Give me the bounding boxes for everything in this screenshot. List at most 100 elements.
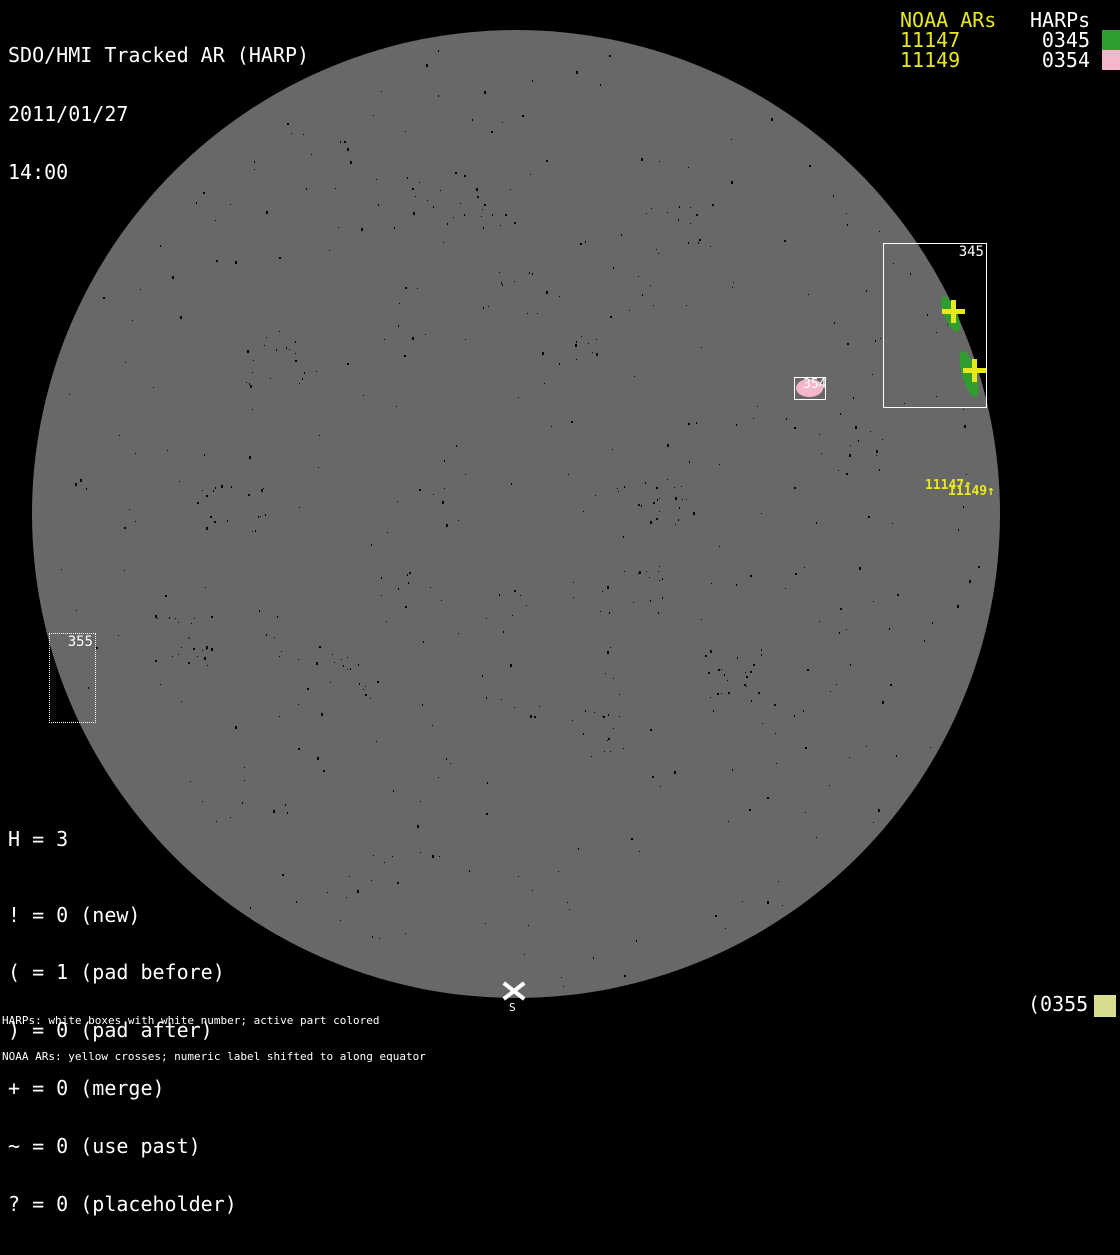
magnetogram-speckle bbox=[397, 501, 398, 502]
flag-line-use-past: ~ = 0 (use past) bbox=[8, 1134, 201, 1159]
magnetogram-speckle bbox=[455, 172, 457, 174]
magnetogram-speckle bbox=[502, 122, 503, 123]
magnetogram-speckle bbox=[558, 871, 559, 872]
magnetogram-speckle bbox=[607, 740, 608, 741]
magnetogram-speckle bbox=[889, 628, 890, 630]
magnetogram-speckle bbox=[957, 605, 959, 608]
magnetogram-speckle bbox=[678, 519, 679, 521]
harp-box-355-placeholder: 355 bbox=[49, 633, 96, 723]
magnetogram-speckle bbox=[771, 118, 773, 121]
magnetogram-speckle bbox=[679, 206, 680, 208]
magnetogram-speckle bbox=[444, 460, 445, 462]
magnetogram-speckle bbox=[179, 481, 180, 482]
magnetogram-speckle bbox=[619, 694, 620, 695]
magnetogram-speckle bbox=[583, 511, 584, 512]
magnetogram-speckle bbox=[227, 520, 228, 522]
flag-line-pad-before: ( = 1 (pad before) bbox=[8, 960, 225, 985]
magnetogram-speckle bbox=[514, 707, 515, 708]
magnetogram-speckle bbox=[576, 71, 578, 74]
magnetogram-speckle bbox=[427, 200, 428, 201]
magnetogram-speckle bbox=[658, 612, 659, 614]
magnetogram-speckle bbox=[304, 372, 305, 374]
magnetogram-speckle bbox=[724, 674, 725, 676]
magnetogram-speckle bbox=[299, 383, 300, 384]
magnetogram-speckle bbox=[767, 797, 769, 799]
magnetogram-speckle bbox=[285, 804, 286, 806]
magnetogram-speckle bbox=[211, 616, 213, 618]
magnetogram-speckle bbox=[610, 751, 611, 752]
magnetogram-speckle bbox=[656, 518, 658, 520]
magnetogram-speckle bbox=[415, 196, 416, 197]
magnetogram-speckle bbox=[785, 588, 786, 589]
magnetogram-speckle bbox=[266, 634, 267, 636]
magnetogram-speckle bbox=[608, 714, 609, 716]
magnetogram-speckle bbox=[417, 825, 419, 828]
magnetogram-speckle bbox=[805, 812, 806, 813]
footnote-harps: HARPs: white boxes with white number; ac… bbox=[2, 1014, 380, 1027]
table-row: 11149 0354 bbox=[900, 50, 1120, 70]
noaa-ar-11149-cross-icon bbox=[963, 359, 986, 382]
magnetogram-speckle bbox=[255, 531, 256, 532]
magnetogram-speckle bbox=[749, 809, 751, 811]
magnetogram-speckle bbox=[359, 683, 360, 685]
magnetogram-speckle bbox=[221, 485, 223, 488]
magnetogram-speckle bbox=[539, 706, 540, 707]
magnetogram-speckle bbox=[140, 289, 141, 290]
magnetogram-speckle bbox=[472, 119, 473, 121]
magnetogram-speckle bbox=[216, 821, 217, 822]
magnetogram-speckle bbox=[819, 621, 820, 622]
flag-line-new: ! = 0 (new) bbox=[8, 902, 141, 927]
magnetogram-speckle bbox=[784, 240, 786, 242]
magnetogram-speckle bbox=[469, 870, 470, 872]
magnetogram-speckle bbox=[600, 611, 601, 612]
magnetogram-speckle bbox=[715, 915, 717, 917]
magnetogram-speckle bbox=[286, 347, 287, 349]
magnetogram-speckle bbox=[372, 936, 373, 938]
magnetogram-speckle bbox=[932, 622, 933, 624]
magnetogram-speckle bbox=[125, 362, 126, 363]
magnetogram-speckle bbox=[775, 733, 776, 734]
magnetogram-speckle bbox=[651, 208, 652, 209]
magnetogram-speckle bbox=[964, 425, 966, 428]
magnetogram-speckle bbox=[520, 595, 521, 596]
magnetogram-speckle bbox=[338, 227, 339, 228]
magnetogram-speckle bbox=[571, 421, 573, 423]
magnetogram-speckle bbox=[696, 422, 697, 424]
magnetogram-speckle bbox=[526, 605, 527, 606]
magnetogram-speckle bbox=[675, 497, 677, 500]
magnetogram-speckle bbox=[658, 571, 659, 572]
magnetogram-speckle bbox=[667, 212, 668, 213]
magnetogram-speckle bbox=[978, 566, 980, 568]
magnetogram-speckle bbox=[341, 659, 342, 660]
magnetogram-speckle bbox=[514, 222, 516, 224]
magnetogram-speckle bbox=[361, 228, 363, 231]
magnetogram-speckle bbox=[701, 619, 702, 620]
magnetogram-speckle bbox=[330, 682, 331, 683]
magnetogram-speckle bbox=[365, 686, 366, 687]
magnetogram-speckle bbox=[795, 573, 797, 575]
magnetogram-speckle bbox=[247, 350, 249, 353]
magnetogram-speckle bbox=[631, 838, 633, 840]
magnetogram-speckle bbox=[634, 376, 635, 377]
magnetogram-speckle bbox=[873, 822, 874, 823]
magnetogram-speckle bbox=[592, 352, 593, 353]
magnetogram-speckle bbox=[544, 383, 545, 384]
magnetogram-speckle bbox=[439, 856, 440, 857]
magnetogram-speckle bbox=[264, 345, 265, 346]
magnetogram-speckle bbox=[667, 444, 669, 447]
magnetogram-speckle bbox=[407, 177, 408, 179]
magnetogram-speckle bbox=[135, 521, 136, 522]
magnetogram-speckle bbox=[518, 876, 519, 877]
magnetogram-speckle bbox=[892, 523, 893, 524]
magnetogram-speckle bbox=[153, 387, 154, 388]
magnetogram-speckle bbox=[252, 531, 253, 532]
magnetogram-speckle bbox=[619, 716, 620, 717]
magnetogram-speckle bbox=[821, 453, 822, 454]
magnetogram-speckle bbox=[456, 445, 457, 447]
magnetogram-speckle bbox=[767, 901, 769, 904]
magnetogram-speckle bbox=[486, 618, 487, 619]
magnetogram-speckle bbox=[103, 297, 105, 299]
magnetogram-speckle bbox=[512, 615, 513, 616]
magnetogram-speckle bbox=[847, 224, 848, 226]
magnetogram-speckle bbox=[426, 64, 428, 67]
